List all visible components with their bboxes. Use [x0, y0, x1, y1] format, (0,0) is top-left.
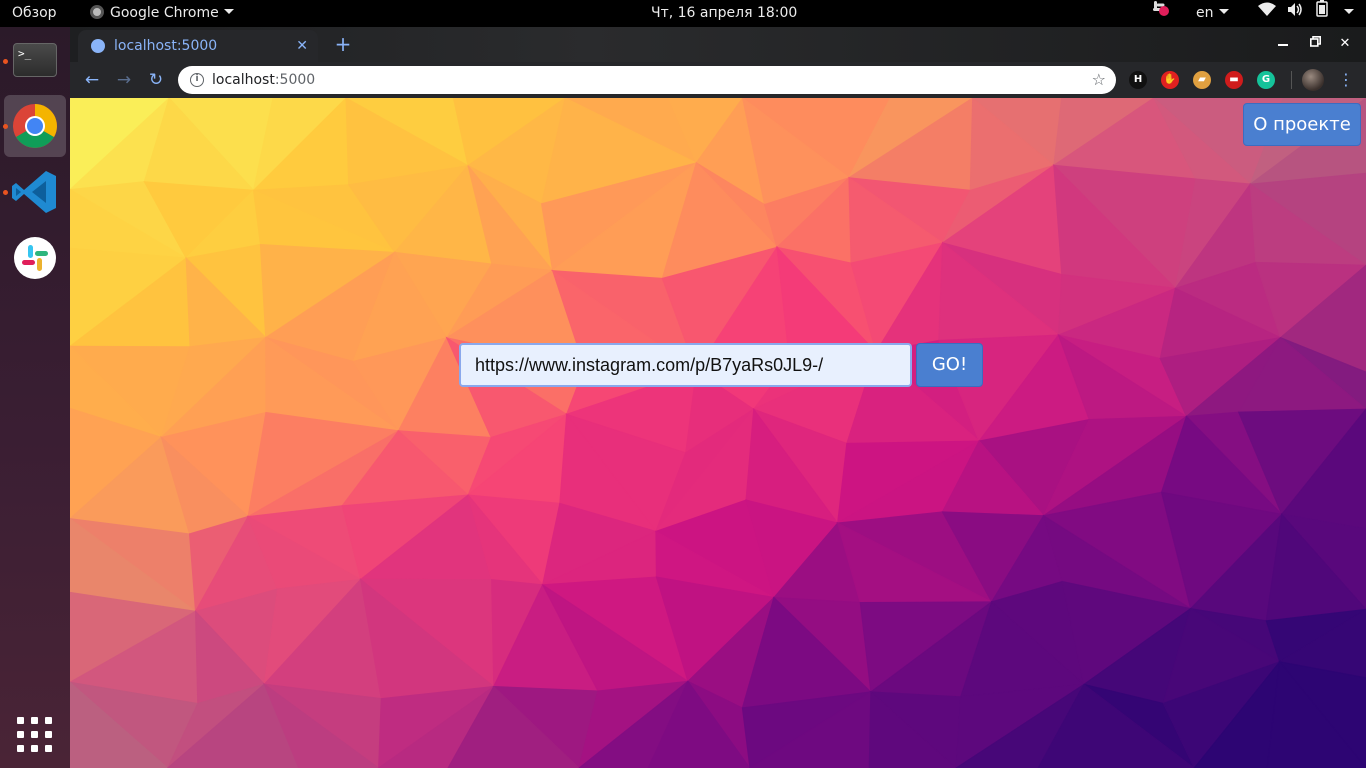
back-button[interactable]: ← [79, 67, 105, 93]
dock-item-chrome[interactable] [4, 95, 66, 157]
close-window-button[interactable]: ✕ [1334, 33, 1356, 55]
clock[interactable]: Чт, 16 апреля 18:00 [651, 0, 797, 27]
wifi-icon[interactable] [1258, 0, 1276, 27]
dock-item-vscode[interactable] [4, 161, 66, 223]
maximize-button[interactable] [1304, 33, 1326, 55]
grammarly-icon[interactable]: G [1257, 71, 1275, 89]
vscode-icon [12, 171, 56, 213]
browser-toolbar: ← → ↻ i localhost:5000 ☆ H ✋ ▰ ▬ G ⋮ [70, 62, 1366, 98]
address-bar[interactable]: i localhost:5000 ☆ [178, 66, 1116, 94]
tab-close-icon[interactable]: ✕ [296, 30, 308, 62]
h-extension-icon[interactable]: H [1129, 71, 1147, 89]
url-host: localhost [212, 72, 275, 88]
app-menu-label: Google Chrome [110, 5, 219, 21]
dock-item-slack[interactable] [4, 227, 66, 289]
language-indicator[interactable]: en [1196, 0, 1229, 27]
app-menu[interactable]: Google Chrome [90, 0, 234, 27]
battery-icon[interactable] [1316, 0, 1328, 27]
running-indicator [3, 190, 8, 195]
url-port: :5000 [274, 72, 316, 88]
show-applications-button[interactable] [17, 717, 53, 753]
chrome-icon [13, 104, 57, 148]
tab-title: localhost:5000 [114, 38, 218, 54]
instagram-url-input[interactable] [459, 343, 912, 387]
profile-avatar[interactable] [1302, 69, 1324, 91]
terminal-icon: >_ [13, 43, 57, 77]
minimize-button[interactable] [1272, 33, 1294, 55]
red-extension-icon[interactable]: ▬ [1225, 71, 1243, 89]
dock: >_ [0, 27, 70, 768]
url-text[interactable]: localhost:5000 [212, 66, 315, 94]
chrome-menu-icon[interactable]: ⋮ [1338, 62, 1354, 98]
forward-button[interactable]: → [111, 67, 137, 93]
tab-localhost[interactable]: localhost:5000 ✕ [78, 30, 318, 62]
dock-item-terminal[interactable]: >_ [4, 29, 66, 91]
chevron-down-icon [1344, 9, 1354, 14]
page-viewport: О проекте GO! [70, 98, 1366, 768]
slack-icon [14, 237, 56, 279]
globe-icon [91, 39, 105, 53]
low-poly-background [70, 98, 1366, 768]
about-project-button[interactable]: О проекте [1243, 103, 1361, 146]
chrome-window: localhost:5000 ✕ + ✕ ← → ↻ i localhost:5… [70, 27, 1366, 768]
card-extension-icon[interactable]: ▰ [1193, 71, 1211, 89]
go-button[interactable]: GO! [916, 343, 983, 387]
system-menu-button[interactable] [1339, 0, 1354, 27]
reload-button[interactable]: ↻ [143, 67, 169, 93]
new-tab-button[interactable]: + [330, 31, 356, 57]
activities-button[interactable]: Обзор [12, 0, 57, 27]
running-indicator [3, 124, 8, 129]
gnome-top-bar: Обзор Google Chrome Чт, 16 апреля 18:00 … [0, 0, 1366, 27]
stop-extension-icon[interactable]: ✋ [1161, 71, 1179, 89]
bookmark-star-icon[interactable]: ☆ [1092, 66, 1106, 94]
info-icon[interactable]: i [190, 73, 204, 87]
chevron-down-icon [223, 9, 234, 14]
chevron-down-icon [1218, 9, 1229, 14]
language-label: en [1196, 5, 1214, 21]
volume-icon[interactable] [1287, 0, 1303, 27]
running-indicator [3, 59, 8, 64]
chrome-icon [90, 5, 104, 19]
tab-strip: localhost:5000 ✕ + ✕ [70, 27, 1366, 62]
slack-tray-icon[interactable] [1152, 0, 1170, 27]
toolbar-divider [1291, 71, 1292, 89]
